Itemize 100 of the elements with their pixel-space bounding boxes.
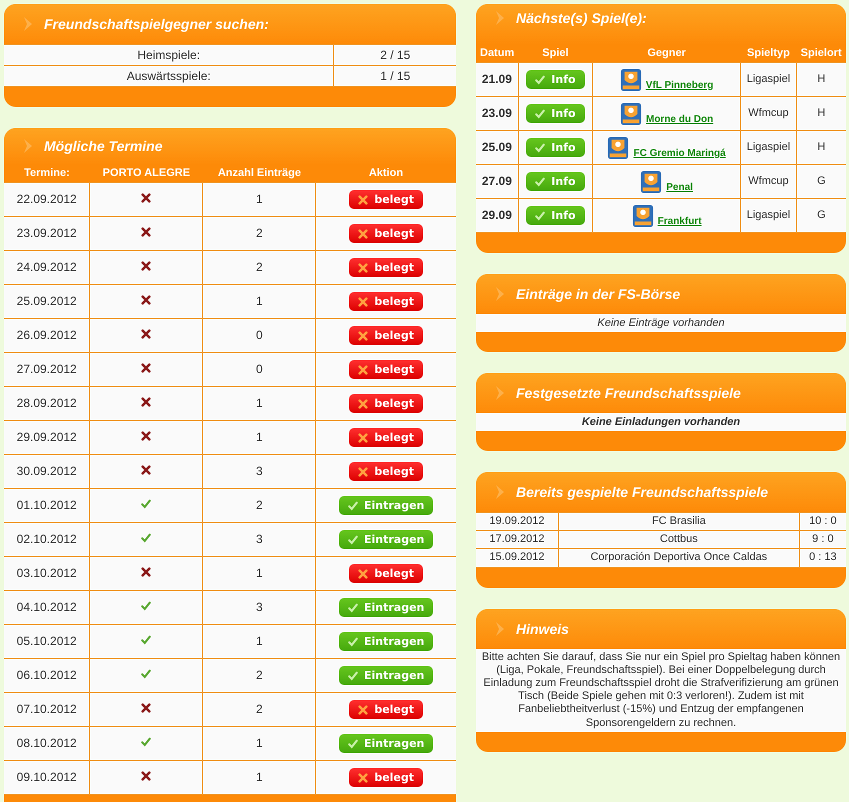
taken-button[interactable]: belegt (349, 394, 424, 414)
panel-title: Freundschaftspielgegner suchen: (44, 16, 269, 32)
info-button[interactable]: Info (526, 206, 585, 226)
table-cell: 15.09.2012 (476, 548, 558, 568)
club-badge-icon (640, 170, 662, 194)
table-cell: 07.10.2012 (4, 692, 90, 726)
info-button[interactable]: Info (526, 138, 585, 158)
column-header: Datum (476, 44, 518, 62)
taken-button[interactable]: belegt (349, 360, 424, 380)
check-icon (348, 500, 358, 510)
cross-icon (358, 772, 368, 782)
table-cell: 06.10.2012 (4, 658, 90, 692)
chevron-icon (494, 484, 506, 500)
taken-button[interactable]: belegt (349, 564, 424, 584)
club-badge-icon (620, 102, 642, 126)
cross-icon (358, 330, 368, 340)
table-cell: 25.09 (476, 130, 518, 164)
taken-button[interactable]: belegt (349, 428, 424, 448)
table-cell: Wfmcup (740, 96, 796, 130)
enter-button[interactable]: Eintragen (338, 496, 434, 516)
enter-button[interactable]: Eintragen (338, 666, 434, 686)
table-cell: 05.10.2012 (4, 624, 90, 658)
taken-button[interactable]: belegt (349, 190, 424, 210)
cross-icon (141, 329, 152, 340)
column-header: Anzahl Einträge (202, 164, 316, 182)
column-header: Aktion (316, 164, 456, 182)
table-cell: 3 (202, 590, 316, 624)
table-cell: Heimspiele: (4, 44, 334, 66)
cross-icon (141, 295, 152, 306)
taken-button[interactable]: belegt (349, 292, 424, 312)
cross-icon (141, 261, 152, 272)
enter-button[interactable]: Eintragen (338, 598, 434, 618)
info-button[interactable]: Info (526, 70, 585, 90)
enter-button[interactable]: Eintragen (338, 632, 434, 652)
table-cell: FC Brasilia (558, 512, 800, 531)
check-icon (348, 636, 358, 646)
check-icon (348, 670, 358, 680)
enter-button[interactable]: Eintragen (338, 530, 434, 550)
check-icon (535, 210, 546, 220)
club-badge-icon (632, 204, 654, 228)
table-cell: 2 / 15 (334, 44, 456, 66)
taken-button[interactable]: belegt (349, 700, 424, 720)
table-cell: 0 (202, 318, 316, 352)
check-icon (141, 499, 152, 510)
club-badge-icon (620, 68, 642, 92)
check-icon (535, 74, 546, 84)
club-badge-icon (607, 136, 630, 160)
taken-button[interactable]: belegt (349, 224, 424, 244)
column-header: Termine: (4, 164, 90, 182)
chevron-icon (22, 16, 34, 32)
table-cell: Ligaspiel (740, 198, 796, 232)
table-cell: 08.10.2012 (4, 726, 90, 760)
check-icon (535, 108, 546, 118)
check-icon (535, 142, 546, 152)
table-cell: Cottbus (558, 530, 800, 549)
cross-icon (141, 397, 152, 408)
column-header: Spiel (518, 44, 593, 62)
team-link[interactable]: Penal (666, 182, 693, 194)
panel-title: Bereits gespielte Freundschaftsspiele (516, 484, 768, 500)
taken-button[interactable]: belegt (349, 462, 424, 482)
table-cell: 01.10.2012 (4, 488, 90, 522)
table-cell: Ligaspiel (740, 130, 796, 164)
cross-icon (141, 363, 152, 374)
check-icon (348, 534, 358, 544)
team-link[interactable]: Morne du Don (646, 114, 714, 126)
cross-icon (141, 227, 152, 238)
check-icon (141, 669, 152, 680)
table-cell: 23.09.2012 (4, 216, 90, 250)
cross-icon (141, 431, 152, 442)
table-cell: 2 (202, 250, 316, 284)
table-cell: 2 (202, 488, 316, 522)
cross-icon (141, 771, 152, 782)
column-header: PORTO ALEGRE (90, 164, 203, 182)
table-cell: 1 (202, 624, 316, 658)
table-cell: 1 (202, 386, 316, 420)
taken-button[interactable]: belegt (349, 768, 424, 788)
table-cell: 2 (202, 692, 316, 726)
info-button[interactable]: Info (526, 104, 585, 124)
table-cell: 22.09.2012 (4, 182, 90, 216)
table-cell: 09.10.2012 (4, 760, 90, 794)
check-icon (141, 601, 152, 612)
enter-button[interactable]: Eintragen (338, 734, 434, 754)
table-cell: 25.09.2012 (4, 284, 90, 318)
taken-button[interactable]: belegt (349, 258, 424, 278)
chevron-icon (494, 385, 506, 401)
team-link[interactable]: Frankfurt (658, 216, 702, 228)
table-cell: 30.09.2012 (4, 454, 90, 488)
chevron-icon (22, 138, 34, 154)
cross-icon (141, 193, 152, 204)
info-button[interactable]: Info (526, 172, 585, 192)
cross-icon (358, 262, 368, 272)
table-cell: 2 (202, 658, 316, 692)
cross-icon (358, 364, 368, 374)
taken-button[interactable]: belegt (349, 326, 424, 346)
column-header: Spieltyp (740, 44, 796, 62)
table-cell: 03.10.2012 (4, 556, 90, 590)
table-cell: 10 : 0 (799, 512, 846, 531)
team-link[interactable]: VfL Pinneberg (646, 80, 714, 92)
table-cell: 0 (202, 352, 316, 386)
cross-icon (358, 568, 368, 578)
